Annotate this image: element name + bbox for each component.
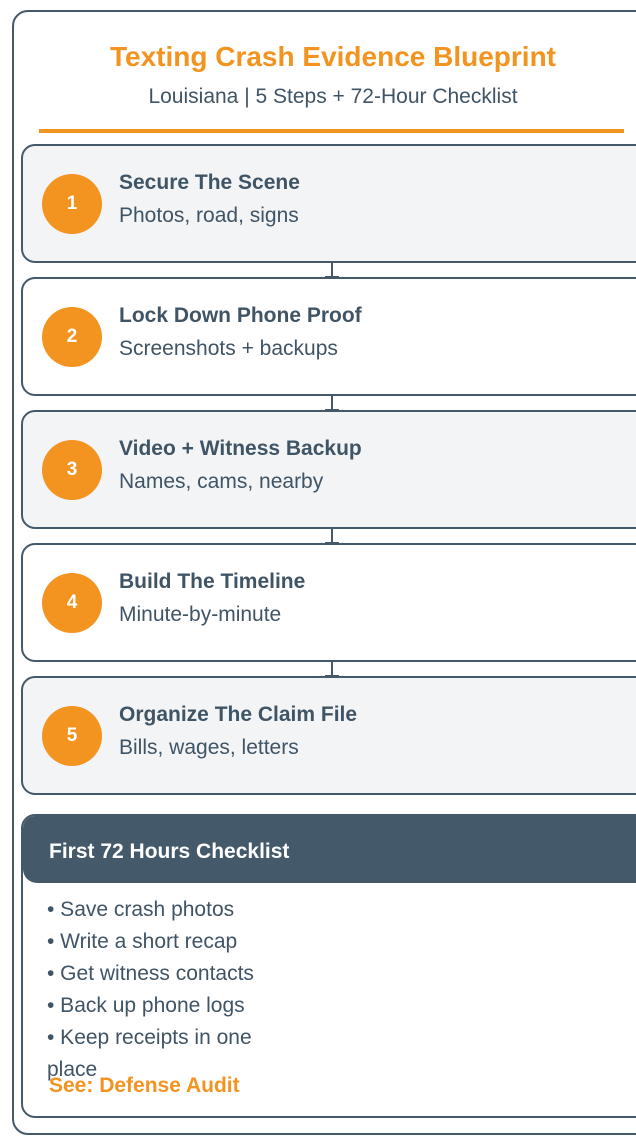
- checklist-item: • Write a short recap: [47, 930, 238, 953]
- page-subtitle: Louisiana | 5 Steps + 72-Hour Checklist: [148, 85, 518, 108]
- step-connector: [325, 262, 339, 278]
- step-title: Video + Witness Backup: [119, 437, 362, 460]
- step-card-3: 3 Video + Witness Backup Names, cams, ne…: [21, 410, 636, 529]
- step-description: Minute-by-minute: [119, 603, 282, 626]
- step-card-1: 1 Secure The Scene Photos, road, signs: [21, 144, 636, 263]
- defense-audit-link[interactable]: See: Defense Audit: [49, 1074, 240, 1098]
- checklist-item: • Back up phone logs: [47, 994, 245, 1017]
- step-number-badge: 5: [42, 706, 102, 766]
- step-connector: [325, 395, 339, 411]
- checklist-panel: First 72 Hours Checklist • Save crash ph…: [21, 814, 636, 1118]
- step-title: Lock Down Phone Proof: [119, 304, 362, 327]
- step-number-badge: 3: [42, 440, 102, 500]
- step-description: Names, cams, nearby: [119, 470, 324, 493]
- step-number-badge: 4: [42, 573, 102, 633]
- step-card-5: 5 Organize The Claim File Bills, wages, …: [21, 676, 636, 795]
- step-number-badge: 1: [42, 174, 102, 234]
- step-connector: [325, 528, 339, 544]
- checklist-item: • Get witness contacts: [47, 962, 254, 985]
- step-card-2: 2 Lock Down Phone Proof Screenshots + ba…: [21, 277, 636, 396]
- step-description: Screenshots + backups: [119, 337, 338, 360]
- page-title: Texting Crash Evidence Blueprint: [109, 41, 557, 72]
- step-card-4: 4 Build The Timeline Minute-by-minute: [21, 543, 636, 662]
- checklist-items: • Save crash photos • Write a short reca…: [47, 894, 297, 1086]
- step-title: Secure The Scene: [119, 171, 300, 194]
- checklist-title: First 72 Hours Checklist: [49, 840, 290, 863]
- step-description: Bills, wages, letters: [119, 736, 299, 759]
- checklist-item: • Save crash photos: [47, 898, 235, 921]
- step-connector: [325, 661, 339, 677]
- checklist-header: First 72 Hours Checklist: [23, 816, 636, 883]
- step-description: Photos, road, signs: [119, 204, 299, 227]
- step-number-badge: 2: [42, 307, 102, 367]
- title-divider: [39, 129, 624, 133]
- step-title: Organize The Claim File: [119, 703, 358, 726]
- step-title: Build The Timeline: [119, 570, 306, 593]
